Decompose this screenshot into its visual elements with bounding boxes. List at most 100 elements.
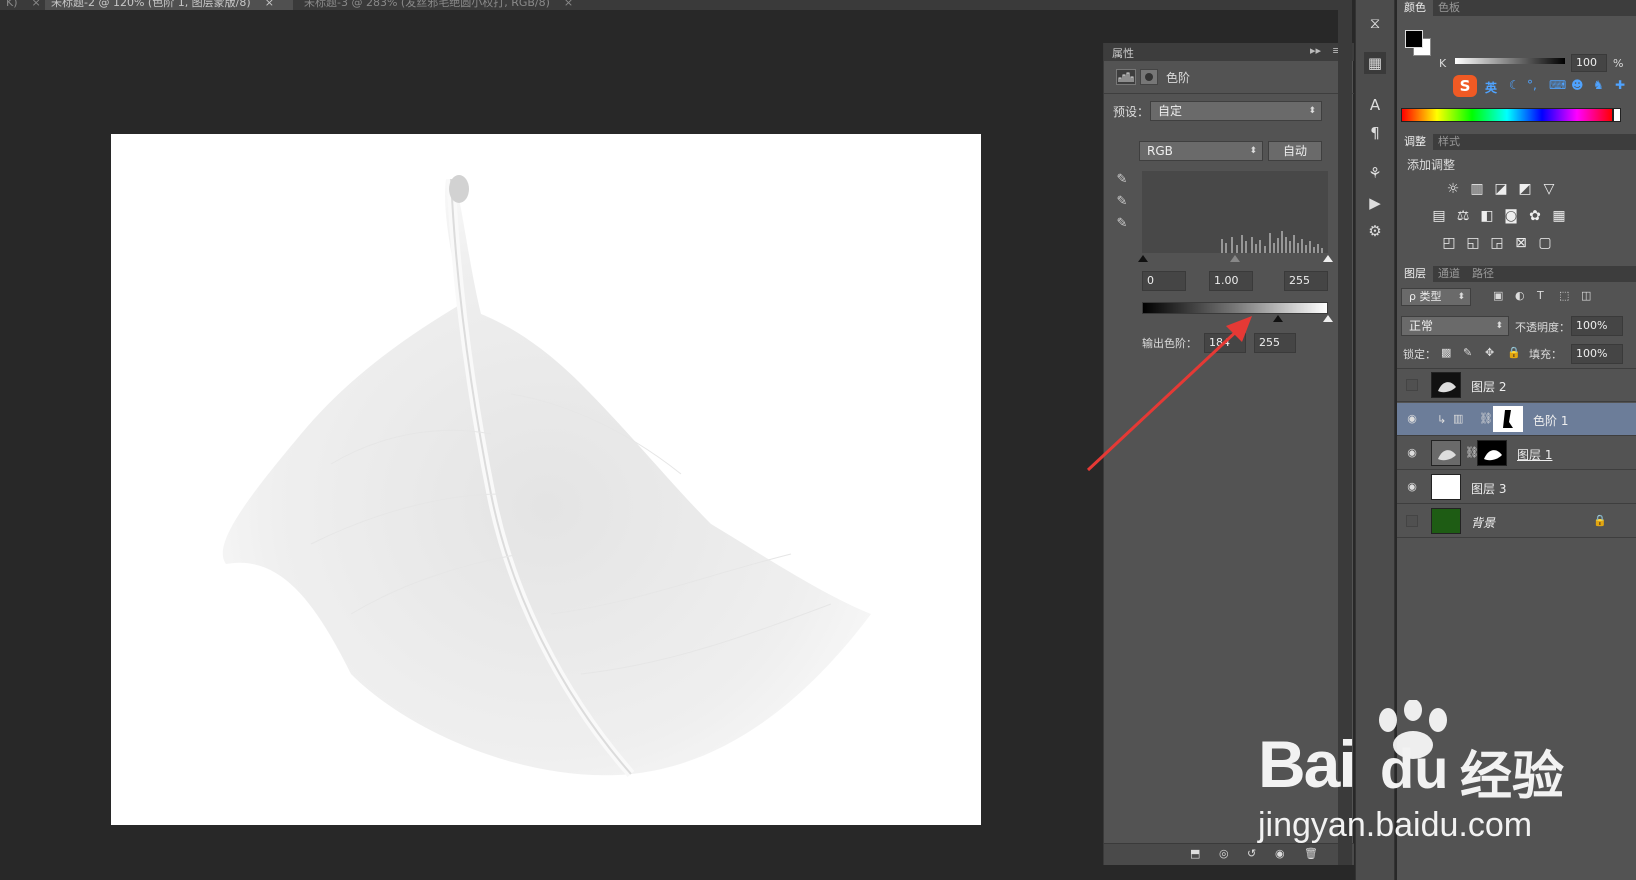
posterize-icon[interactable]: ◱	[1463, 234, 1483, 252]
keyboard-icon[interactable]: ⌨	[1549, 78, 1566, 92]
document-canvas[interactable]	[111, 134, 981, 825]
color-lookup-icon[interactable]: ▦	[1549, 207, 1569, 225]
visibility-toggle[interactable]	[1406, 515, 1418, 527]
collapse-icon[interactable]: ▸▸	[1310, 44, 1321, 57]
sogou-ime-icon[interactable]: S	[1453, 75, 1477, 97]
invert-icon[interactable]: ◰	[1439, 234, 1459, 252]
lock-transparent-icon[interactable]: ▩	[1441, 346, 1451, 359]
layer-row[interactable]: ◉ 图层 3	[1397, 471, 1636, 504]
tab-color[interactable]: 颜色	[1397, 0, 1433, 16]
view-previous-icon[interactable]: ◎	[1219, 847, 1229, 860]
photo-filter-icon[interactable]: ◙	[1501, 207, 1521, 225]
lock-all-icon[interactable]: 🔒	[1507, 346, 1521, 359]
eyedropper-gray-icon[interactable]: ✎	[1113, 193, 1131, 211]
eye-icon[interactable]: ◉	[1405, 412, 1419, 426]
eye-icon[interactable]: ◉	[1405, 446, 1419, 460]
visibility-toggle[interactable]	[1406, 379, 1418, 391]
paragraph-icon[interactable]: ¶	[1364, 122, 1386, 144]
filter-type-icon[interactable]: T	[1537, 289, 1544, 302]
layer-name[interactable]: 色阶 1	[1533, 412, 1568, 429]
layer-mask-thumbnail[interactable]	[1477, 440, 1507, 466]
close-icon[interactable]: ×	[265, 0, 274, 9]
tool-presets-icon[interactable]: ⚙	[1364, 220, 1386, 242]
fill-field[interactable]: 100%	[1571, 344, 1623, 364]
actions-play-icon[interactable]: ▶	[1364, 192, 1386, 214]
layer-row-selected[interactable]: ◉ ↳ ▥ ⛓ 色阶 1	[1397, 403, 1636, 436]
layer-row[interactable]: 背景 🔒	[1397, 505, 1636, 538]
selective-color-icon[interactable]: ▢	[1535, 234, 1555, 252]
blend-mode-dropdown[interactable]: 正常 ⬍	[1401, 316, 1509, 336]
input-black-field[interactable]: 0	[1142, 271, 1186, 291]
ime-english-label[interactable]: 英	[1485, 79, 1497, 96]
lock-pixels-icon[interactable]: ✎	[1463, 346, 1472, 359]
channel-dropdown[interactable]: RGB ⬍	[1139, 141, 1263, 161]
tab-paths[interactable]: 路径	[1465, 266, 1501, 282]
tab-adjustments[interactable]: 调整	[1397, 134, 1433, 150]
vibrance-icon[interactable]: ▽	[1539, 180, 1559, 198]
layer-name[interactable]: 背景	[1471, 514, 1495, 531]
gradient-map-icon[interactable]: ⊠	[1511, 234, 1531, 252]
filter-shape-icon[interactable]: ⬚	[1559, 289, 1569, 302]
layer-row[interactable]: ◉ ⛓ 图层 1	[1397, 437, 1636, 470]
doc-tab-3[interactable]: 未标题-3 @ 283% (发丝邪毛绝圆小权打, RGB/8) ×	[298, 0, 579, 10]
layer-filter-dropdown[interactable]: ρ 类型 ⬍	[1401, 288, 1471, 306]
punctuation-icon[interactable]: °,	[1527, 78, 1537, 92]
output-white-slider[interactable]	[1323, 315, 1333, 322]
hue-saturation-icon[interactable]: ▤	[1429, 207, 1449, 225]
input-white-slider[interactable]	[1323, 255, 1333, 262]
brush-presets-icon[interactable]: ⚘	[1364, 162, 1386, 184]
history-icon[interactable]: ⧖	[1364, 12, 1386, 34]
k-value-field[interactable]: 100	[1571, 54, 1607, 72]
reset-icon[interactable]: ↺	[1247, 847, 1256, 860]
lock-position-icon[interactable]: ✥	[1485, 346, 1494, 359]
clip-to-layer-icon[interactable]: ⬒	[1190, 847, 1200, 860]
layer-name[interactable]: 图层 1	[1517, 446, 1552, 463]
mask-icon[interactable]	[1140, 69, 1158, 85]
tab-styles[interactable]: 样式	[1431, 134, 1467, 150]
chain-link-icon[interactable]: ⛓	[1479, 412, 1493, 425]
doc-tab-2[interactable]: 未标题-2 @ 120% (色阶 1, 图层蒙版/8) ×	[45, 0, 293, 10]
color-spectrum-bar[interactable]	[1401, 108, 1613, 122]
tab-channels[interactable]: 通道	[1431, 266, 1467, 282]
moon-icon[interactable]: ☾	[1509, 78, 1520, 92]
doc-tab-1[interactable]: K) ×	[0, 0, 47, 10]
white-swatch[interactable]	[1613, 108, 1621, 122]
eyedropper-black-icon[interactable]: ✎	[1113, 171, 1131, 189]
layer-name[interactable]: 图层 3	[1471, 480, 1506, 497]
layer-row[interactable]: 图层 2	[1397, 369, 1636, 402]
shirt-icon[interactable]: ♞	[1593, 78, 1604, 92]
curves-icon[interactable]: ◪	[1491, 180, 1511, 198]
auto-button[interactable]: 自动	[1268, 141, 1322, 161]
foreground-color-swatch[interactable]	[1405, 30, 1423, 48]
character-icon[interactable]: A	[1364, 94, 1386, 116]
black-white-icon[interactable]: ◧	[1477, 207, 1497, 225]
input-black-slider[interactable]	[1138, 255, 1148, 262]
preset-dropdown[interactable]: 自定 ⬍	[1150, 101, 1322, 121]
levels-icon[interactable]	[1116, 69, 1136, 85]
properties-icon[interactable]: ▦	[1364, 52, 1386, 74]
input-gamma-field[interactable]: 1.00	[1209, 271, 1253, 291]
close-icon[interactable]: ×	[32, 0, 41, 9]
exposure-icon[interactable]: ◩	[1515, 180, 1535, 198]
channel-mixer-icon[interactable]: ✿	[1525, 207, 1545, 225]
threshold-icon[interactable]: ◲	[1487, 234, 1507, 252]
input-gamma-slider[interactable]	[1230, 255, 1240, 262]
tab-swatches[interactable]: 色板	[1431, 0, 1467, 16]
user-icon[interactable]: ☻	[1571, 78, 1584, 92]
layer-mask-thumbnail[interactable]	[1493, 406, 1523, 432]
tab-layers[interactable]: 图层	[1397, 266, 1433, 282]
filter-pixel-icon[interactable]: ▣	[1493, 289, 1503, 302]
wrench-icon[interactable]: ✚	[1615, 78, 1625, 92]
filter-smart-icon[interactable]: ◫	[1581, 289, 1591, 302]
levels-adjust-icon[interactable]: ▥	[1467, 180, 1487, 198]
color-balance-icon[interactable]: ⚖	[1453, 207, 1473, 225]
opacity-field[interactable]: 100%	[1571, 316, 1623, 336]
close-icon[interactable]: ×	[564, 0, 573, 9]
eye-icon[interactable]: ◉	[1405, 480, 1419, 494]
output-black-slider[interactable]	[1273, 315, 1283, 322]
layer-name[interactable]: 图层 2	[1471, 378, 1506, 395]
eyedropper-white-icon[interactable]: ✎	[1113, 215, 1131, 233]
input-white-field[interactable]: 255	[1284, 271, 1328, 291]
filter-adjust-icon[interactable]: ◐	[1515, 289, 1525, 302]
k-slider-track[interactable]	[1455, 58, 1565, 64]
